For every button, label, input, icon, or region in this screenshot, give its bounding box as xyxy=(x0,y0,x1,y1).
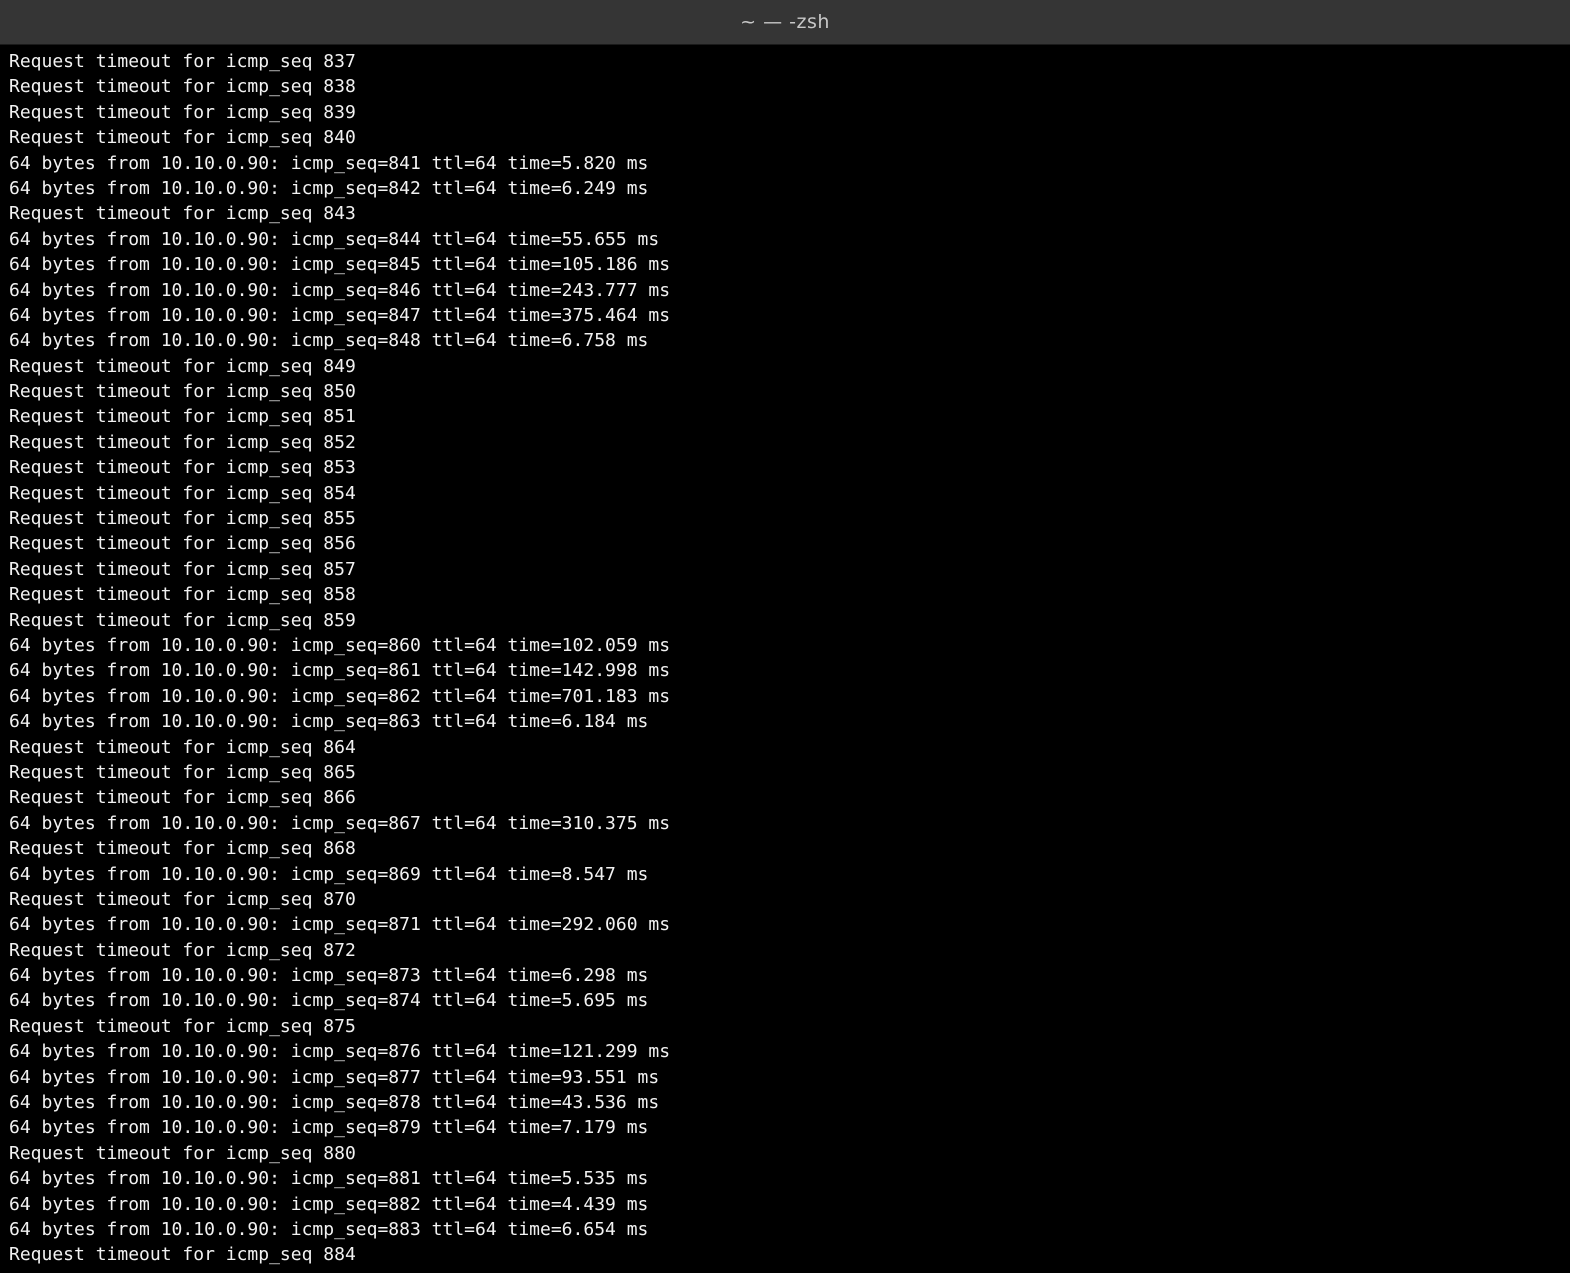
terminal-line: Request timeout for icmp_seq 855 xyxy=(9,508,356,530)
terminal-line: 64 bytes from 10.10.0.90: icmp_seq=863 t… xyxy=(9,711,649,733)
terminal-line: 64 bytes from 10.10.0.90: icmp_seq=862 t… xyxy=(9,685,671,707)
terminal-line: 64 bytes from 10.10.0.90: icmp_seq=848 t… xyxy=(9,330,649,352)
terminal-line: 64 bytes from 10.10.0.90: icmp_seq=867 t… xyxy=(9,812,671,834)
terminal-line: Request timeout for icmp_seq 850 xyxy=(9,381,356,403)
terminal-line: Request timeout for icmp_seq 872 xyxy=(9,939,356,961)
terminal-line: 64 bytes from 10.10.0.90: icmp_seq=871 t… xyxy=(9,914,671,936)
terminal-line: Request timeout for icmp_seq 852 xyxy=(9,431,356,453)
terminal-line: 64 bytes from 10.10.0.90: icmp_seq=844 t… xyxy=(9,228,660,250)
terminal-line: Request timeout for icmp_seq 865 xyxy=(9,761,356,783)
terminal-line: Request timeout for icmp_seq 839 xyxy=(9,101,356,123)
terminal-line: Request timeout for icmp_seq 884 xyxy=(9,1244,356,1266)
terminal-line: Request timeout for icmp_seq 857 xyxy=(9,558,356,580)
terminal-line: Request timeout for icmp_seq 875 xyxy=(9,1015,356,1037)
terminal-line: Request timeout for icmp_seq 856 xyxy=(9,533,356,555)
terminal-line: 64 bytes from 10.10.0.90: icmp_seq=846 t… xyxy=(9,279,671,301)
terminal-line: Request timeout for icmp_seq 849 xyxy=(9,355,356,377)
terminal-line: 64 bytes from 10.10.0.90: icmp_seq=874 t… xyxy=(9,990,649,1012)
terminal-line: 64 bytes from 10.10.0.90: icmp_seq=879 t… xyxy=(9,1117,649,1139)
terminal-line: Request timeout for icmp_seq 866 xyxy=(9,787,356,809)
terminal-line: Request timeout for icmp_seq 854 xyxy=(9,482,356,504)
window-titlebar[interactable]: ~ — -zsh xyxy=(0,0,1570,45)
terminal-line: 64 bytes from 10.10.0.90: icmp_seq=847 t… xyxy=(9,304,671,326)
terminal-line: Request timeout for icmp_seq 853 xyxy=(9,457,356,479)
terminal-line: Request timeout for icmp_seq 838 xyxy=(9,76,356,98)
terminal-line: Request timeout for icmp_seq 840 xyxy=(9,127,356,149)
terminal-line: 64 bytes from 10.10.0.90: icmp_seq=883 t… xyxy=(9,1218,649,1240)
terminal-line: 64 bytes from 10.10.0.90: icmp_seq=842 t… xyxy=(9,177,649,199)
terminal-line: 64 bytes from 10.10.0.90: icmp_seq=877 t… xyxy=(9,1066,660,1088)
terminal-line: 64 bytes from 10.10.0.90: icmp_seq=876 t… xyxy=(9,1041,671,1063)
terminal-window: ~ — -zsh Request timeout for icmp_seq 83… xyxy=(0,0,1570,1273)
terminal-line: Request timeout for icmp_seq 880 xyxy=(9,1142,356,1164)
terminal-line: Request timeout for icmp_seq 864 xyxy=(9,736,356,758)
terminal-line: 64 bytes from 10.10.0.90: icmp_seq=873 t… xyxy=(9,965,649,987)
terminal-output[interactable]: Request timeout for icmp_seq 837 Request … xyxy=(9,49,1559,1273)
terminal-line: Request timeout for icmp_seq 870 xyxy=(9,888,356,910)
terminal-line: 64 bytes from 10.10.0.90: icmp_seq=841 t… xyxy=(9,152,649,174)
terminal-line: Request timeout for icmp_seq 868 xyxy=(9,838,356,860)
terminal-line: Request timeout for icmp_seq 851 xyxy=(9,406,356,428)
window-title: ~ — -zsh xyxy=(740,11,830,33)
terminal-line: 64 bytes from 10.10.0.90: icmp_seq=881 t… xyxy=(9,1168,649,1190)
terminal-line: Request timeout for icmp_seq 843 xyxy=(9,203,356,225)
terminal-line: Request timeout for icmp_seq 859 xyxy=(9,609,356,631)
terminal-line: Request timeout for icmp_seq 837 xyxy=(9,51,356,72)
terminal-line: 64 bytes from 10.10.0.90: icmp_seq=861 t… xyxy=(9,660,671,682)
terminal-line: 64 bytes from 10.10.0.90: icmp_seq=860 t… xyxy=(9,634,671,656)
terminal-line: 64 bytes from 10.10.0.90: icmp_seq=878 t… xyxy=(9,1092,660,1114)
terminal-line: 64 bytes from 10.10.0.90: icmp_seq=882 t… xyxy=(9,1193,649,1215)
terminal-line: 64 bytes from 10.10.0.90: icmp_seq=869 t… xyxy=(9,863,649,885)
terminal-line: 64 bytes from 10.10.0.90: icmp_seq=845 t… xyxy=(9,254,671,276)
terminal-line: Request timeout for icmp_seq 858 xyxy=(9,584,356,606)
